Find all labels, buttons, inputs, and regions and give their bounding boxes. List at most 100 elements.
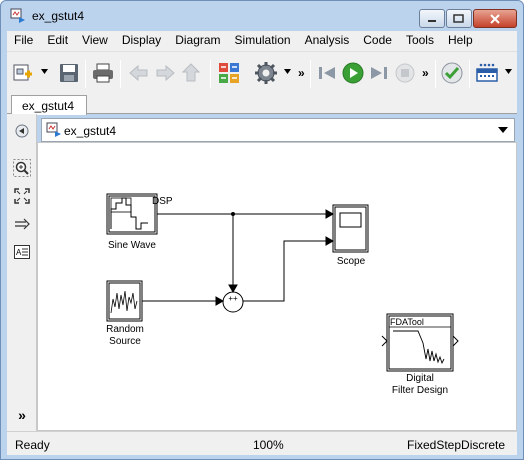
minimize-icon — [428, 19, 436, 22]
step-back-icon — [319, 67, 335, 79]
svg-text:A: A — [16, 248, 22, 257]
stop-icon — [395, 63, 415, 83]
menu-bar: File Edit View Display Diagram Simulatio… — [7, 31, 517, 51]
model-settings-button[interactable] — [254, 61, 278, 85]
new-model-button[interactable] — [11, 61, 35, 85]
toolbar: » » — [7, 51, 517, 94]
build-button[interactable] — [440, 61, 464, 85]
address-path: ex_gstut4 — [64, 124, 117, 138]
fit-view-button[interactable] — [13, 187, 31, 205]
chevron-down-icon[interactable] — [505, 69, 512, 75]
simulink-model-icon — [10, 8, 26, 24]
step-forward-icon — [371, 67, 387, 79]
zoom-button[interactable] — [13, 159, 31, 177]
new-model-icon — [13, 64, 32, 81]
up-icon — [182, 63, 200, 82]
scope-label: Scope — [336, 256, 366, 267]
menu-view[interactable]: View — [75, 31, 115, 51]
menu-help[interactable]: Help — [441, 31, 480, 51]
fit-view-icon — [14, 188, 30, 204]
sine-wave-badge: DSP — [152, 196, 173, 207]
minimize-button[interactable] — [419, 9, 445, 28]
library-browser-icon — [219, 63, 239, 83]
arrow-icon — [215, 296, 225, 306]
menu-file[interactable]: File — [7, 31, 40, 51]
run-icon — [342, 62, 364, 84]
arrow-icon — [228, 284, 238, 294]
update-diagram-icon — [476, 63, 498, 82]
print-icon — [93, 63, 113, 83]
menu-simulation[interactable]: Simulation — [228, 31, 298, 51]
toolbar-separator — [435, 60, 436, 88]
signal-line — [243, 240, 326, 302]
forward-icon — [156, 64, 175, 82]
toolbar-separator — [210, 60, 211, 88]
toolbar-separator — [85, 60, 86, 88]
scope-block[interactable] — [332, 204, 369, 253]
toolbar-separator — [310, 60, 311, 88]
chevron-down-icon[interactable] — [284, 69, 291, 75]
hide-explorer-button[interactable] — [13, 122, 31, 140]
tab-model[interactable]: ex_gstut4 — [11, 95, 87, 115]
close-button[interactable] — [473, 9, 517, 28]
annotation-button[interactable]: A — [13, 243, 31, 261]
zoom-icon — [13, 159, 31, 177]
stop-button[interactable] — [393, 61, 417, 85]
solver-name: FixedStepDiscrete — [407, 438, 506, 452]
signal-arrow-icon — [15, 218, 30, 230]
menu-tools[interactable]: Tools — [399, 31, 441, 51]
filter-badge: FDATool — [390, 317, 424, 327]
forward-button[interactable] — [153, 61, 177, 85]
status-text: Ready — [15, 438, 50, 452]
menu-diagram[interactable]: Diagram — [168, 31, 227, 51]
random-source-label-line1: Random — [106, 324, 144, 335]
hide-explorer-icon — [15, 124, 29, 138]
filter-label-line2: Filter Design — [391, 385, 449, 396]
save-button[interactable] — [57, 61, 81, 85]
menu-edit[interactable]: Edit — [40, 31, 75, 51]
signal-arrow-button[interactable] — [13, 215, 31, 233]
step-back-button[interactable] — [315, 61, 339, 85]
arrow-icon — [325, 209, 335, 219]
toolbar-overflow-button[interactable]: » — [298, 66, 305, 80]
maximize-icon — [453, 13, 464, 23]
up-button[interactable] — [179, 61, 203, 85]
menu-analysis[interactable]: Analysis — [298, 31, 357, 51]
toolbar-separator — [469, 60, 470, 88]
signal-lines — [142, 209, 335, 306]
model-settings-icon — [255, 62, 277, 84]
toolbar-separator — [120, 60, 121, 88]
toolbar-overflow-button[interactable]: » — [422, 66, 429, 80]
sine-wave-label: Sine Wave — [108, 240, 156, 251]
menu-code[interactable]: Code — [356, 31, 399, 51]
status-bar: Ready 100% FixedStepDiscrete — [7, 431, 517, 455]
window-title: ex_gstut4 — [32, 9, 85, 23]
expand-palette-button[interactable]: » — [13, 406, 31, 424]
simulink-model-icon — [46, 122, 62, 138]
close-icon — [490, 13, 500, 24]
run-button[interactable] — [341, 61, 365, 85]
chevron-down-icon[interactable] — [498, 127, 508, 133]
step-forward-button[interactable] — [367, 61, 391, 85]
application-window: ex_gstut4 File Edit View Display Diagram… — [0, 0, 524, 460]
chevron-down-icon[interactable] — [41, 69, 48, 75]
address-bar[interactable]: ex_gstut4 — [41, 118, 515, 142]
update-diagram-button[interactable] — [475, 61, 499, 85]
filter-label-line1: Digital — [406, 373, 434, 384]
back-button[interactable] — [127, 61, 151, 85]
sine-wave-block[interactable] — [106, 193, 158, 235]
arrow-icon — [325, 236, 335, 246]
back-icon — [129, 64, 148, 82]
title-bar: ex_gstut4 — [1, 1, 523, 31]
maximize-button[interactable] — [446, 9, 472, 28]
diagram-canvas[interactable]: DSP Sine Wave Random Source ++ Scope FDA… — [37, 142, 517, 431]
sum-signs: ++ — [228, 294, 238, 303]
print-button[interactable] — [91, 61, 115, 85]
library-browser-button[interactable] — [217, 61, 241, 85]
random-source-block[interactable] — [106, 280, 143, 322]
zoom-level: 100% — [253, 438, 284, 452]
menu-display[interactable]: Display — [115, 31, 168, 51]
build-icon — [441, 62, 463, 84]
random-source-label-line2: Source — [109, 336, 141, 347]
branch-point — [231, 212, 235, 216]
